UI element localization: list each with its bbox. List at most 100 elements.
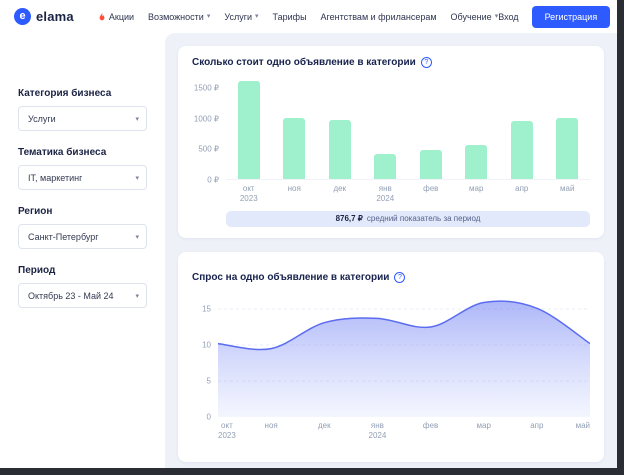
price-bar-chart: 1500 ₽1000 ₽500 ₽0 ₽ bbox=[192, 76, 590, 180]
chevron-down-icon: ▾ bbox=[135, 115, 139, 123]
nav-item-label: Услуги bbox=[224, 12, 252, 22]
selected-value: IT, маркетинг bbox=[28, 173, 82, 183]
nav-item-label: Агентствам и фрилансерам bbox=[321, 12, 437, 22]
x-tick-label: янв2024 bbox=[374, 184, 396, 204]
register-button[interactable]: Регистрация bbox=[532, 6, 611, 28]
filter-business-category: Категория бизнеса Услуги ▾ bbox=[18, 88, 147, 131]
price-chart-title: Сколько стоит одно объявление в категори… bbox=[192, 57, 416, 68]
main-content: Сколько стоит одно объявление в категори… bbox=[165, 33, 617, 468]
price-bar bbox=[420, 150, 442, 179]
nav-item-education[interactable]: Обучение ▾ bbox=[451, 12, 499, 22]
x-tick-label: фев bbox=[423, 421, 438, 431]
x-tick-label: май bbox=[576, 421, 590, 431]
demand-area-chart: 151050 bbox=[192, 291, 590, 417]
y-tick-label: 5 bbox=[207, 377, 211, 386]
x-axis: окт2023 ноя дек янв2024 фев мар апр май bbox=[218, 421, 590, 441]
logo-icon: e bbox=[14, 8, 31, 25]
filter-business-topic: Тематика бизнеса IT, маркетинг ▾ bbox=[18, 147, 147, 190]
area-chart-svg bbox=[218, 291, 590, 417]
price-bar bbox=[374, 154, 396, 179]
x-tick-label: апр bbox=[530, 421, 543, 431]
x-tick-label: дек bbox=[318, 421, 331, 431]
business-category-select[interactable]: Услуги ▾ bbox=[18, 106, 147, 131]
filter-label: Регион bbox=[18, 206, 147, 217]
filter-period: Период Октябрь 23 - Май 24 ▾ bbox=[18, 265, 147, 308]
info-icon[interactable]: ? bbox=[394, 272, 405, 283]
nav-item-agencies[interactable]: Агентствам и фрилансерам bbox=[321, 12, 437, 22]
x-tick-label: ноя bbox=[265, 421, 278, 431]
logo[interactable]: e elama bbox=[14, 8, 74, 25]
nav-menu: Акции Возможности ▾ Услуги ▾ Тарифы Аген… bbox=[98, 12, 498, 22]
y-tick-label: 0 bbox=[207, 413, 211, 422]
nav-item-label: Тарифы bbox=[273, 12, 307, 22]
screenshot-frame: e elama Акции Возможности ▾ Услуги ▾ bbox=[0, 0, 624, 475]
x-tick-label: май bbox=[556, 184, 578, 204]
nav-item-services[interactable]: Услуги ▾ bbox=[224, 12, 258, 22]
x-tick-label: фев bbox=[420, 184, 442, 204]
x-tick-label: окт2023 bbox=[218, 421, 236, 441]
price-bar bbox=[556, 118, 578, 179]
period-select[interactable]: Октябрь 23 - Май 24 ▾ bbox=[18, 283, 147, 308]
average-text: средний показатель за период bbox=[367, 214, 481, 223]
nav-item-label: Возможности bbox=[148, 12, 204, 22]
chevron-down-icon: ▾ bbox=[135, 174, 139, 182]
selected-value: Санкт-Петербург bbox=[28, 232, 99, 242]
price-bar bbox=[511, 121, 533, 179]
y-axis: 151050 bbox=[192, 291, 218, 417]
x-tick-label: ноя bbox=[283, 184, 305, 204]
y-tick-label: 1500 ₽ bbox=[194, 84, 219, 93]
filter-label: Тематика бизнеса bbox=[18, 147, 147, 158]
info-icon[interactable]: ? bbox=[421, 57, 432, 68]
filters-sidebar: Категория бизнеса Услуги ▾ Тематика бизн… bbox=[0, 33, 165, 468]
nav-item-features[interactable]: Возможности ▾ bbox=[148, 12, 210, 22]
x-tick-label: апр bbox=[511, 184, 533, 204]
nav-right: Вход Регистрация bbox=[498, 6, 610, 28]
y-tick-label: 500 ₽ bbox=[198, 145, 219, 154]
top-navbar: e elama Акции Возможности ▾ Услуги ▾ bbox=[0, 0, 617, 33]
chevron-down-icon: ▾ bbox=[135, 292, 139, 300]
y-tick-label: 10 bbox=[202, 341, 211, 350]
region-select[interactable]: Санкт-Петербург ▾ bbox=[18, 224, 147, 249]
y-tick-label: 1000 ₽ bbox=[194, 114, 219, 123]
login-link[interactable]: Вход bbox=[498, 12, 518, 22]
y-tick-label: 0 ₽ bbox=[207, 176, 219, 185]
price-bar bbox=[465, 145, 487, 179]
price-chart-card: Сколько стоит одно объявление в категори… bbox=[178, 46, 604, 238]
logo-text: elama bbox=[36, 9, 74, 24]
y-axis: 1500 ₽1000 ₽500 ₽0 ₽ bbox=[192, 76, 226, 180]
demand-chart-title: Спрос на одно объявление в категории bbox=[192, 272, 389, 283]
nav-item-label: Обучение bbox=[451, 12, 492, 22]
flame-icon bbox=[98, 12, 106, 22]
card-title-row: Спрос на одно объявление в категории ? bbox=[192, 272, 590, 283]
chevron-down-icon: ▾ bbox=[135, 233, 139, 241]
average-value: 876,7 ₽ bbox=[336, 214, 363, 223]
nav-item-label: Акции bbox=[109, 12, 134, 22]
x-tick-label: дек bbox=[329, 184, 351, 204]
nav-item-tariffs[interactable]: Тарифы bbox=[273, 12, 307, 22]
x-tick-label: мар bbox=[465, 184, 487, 204]
y-tick-label: 15 bbox=[202, 305, 211, 314]
price-bar bbox=[329, 120, 351, 179]
filter-label: Категория бизнеса bbox=[18, 88, 147, 99]
x-tick-label: мар bbox=[477, 421, 491, 431]
business-topic-select[interactable]: IT, маркетинг ▾ bbox=[18, 165, 147, 190]
bar-plot-area bbox=[226, 76, 590, 180]
selected-value: Услуги bbox=[28, 114, 56, 124]
filter-region: Регион Санкт-Петербург ▾ bbox=[18, 206, 147, 249]
card-title-row: Сколько стоит одно объявление в категори… bbox=[192, 57, 590, 68]
window-edge bbox=[617, 0, 624, 475]
x-tick-label: окт2023 bbox=[238, 184, 260, 204]
window-edge bbox=[0, 468, 624, 475]
area-plot-area bbox=[218, 291, 590, 417]
filter-label: Период bbox=[18, 265, 147, 276]
demand-chart-card: Спрос на одно объявление в категории ? 1… bbox=[178, 252, 604, 462]
chevron-down-icon: ▾ bbox=[207, 13, 211, 20]
price-bar bbox=[238, 81, 260, 179]
app-window: e elama Акции Возможности ▾ Услуги ▾ bbox=[0, 0, 617, 468]
price-bar bbox=[283, 118, 305, 179]
selected-value: Октябрь 23 - Май 24 bbox=[28, 291, 114, 301]
chevron-down-icon: ▾ bbox=[255, 13, 259, 20]
x-axis: окт2023 ноя дек янв2024 фев мар апр май bbox=[226, 184, 590, 204]
nav-item-promos[interactable]: Акции bbox=[98, 12, 134, 22]
x-tick-label: янв2024 bbox=[369, 421, 387, 441]
